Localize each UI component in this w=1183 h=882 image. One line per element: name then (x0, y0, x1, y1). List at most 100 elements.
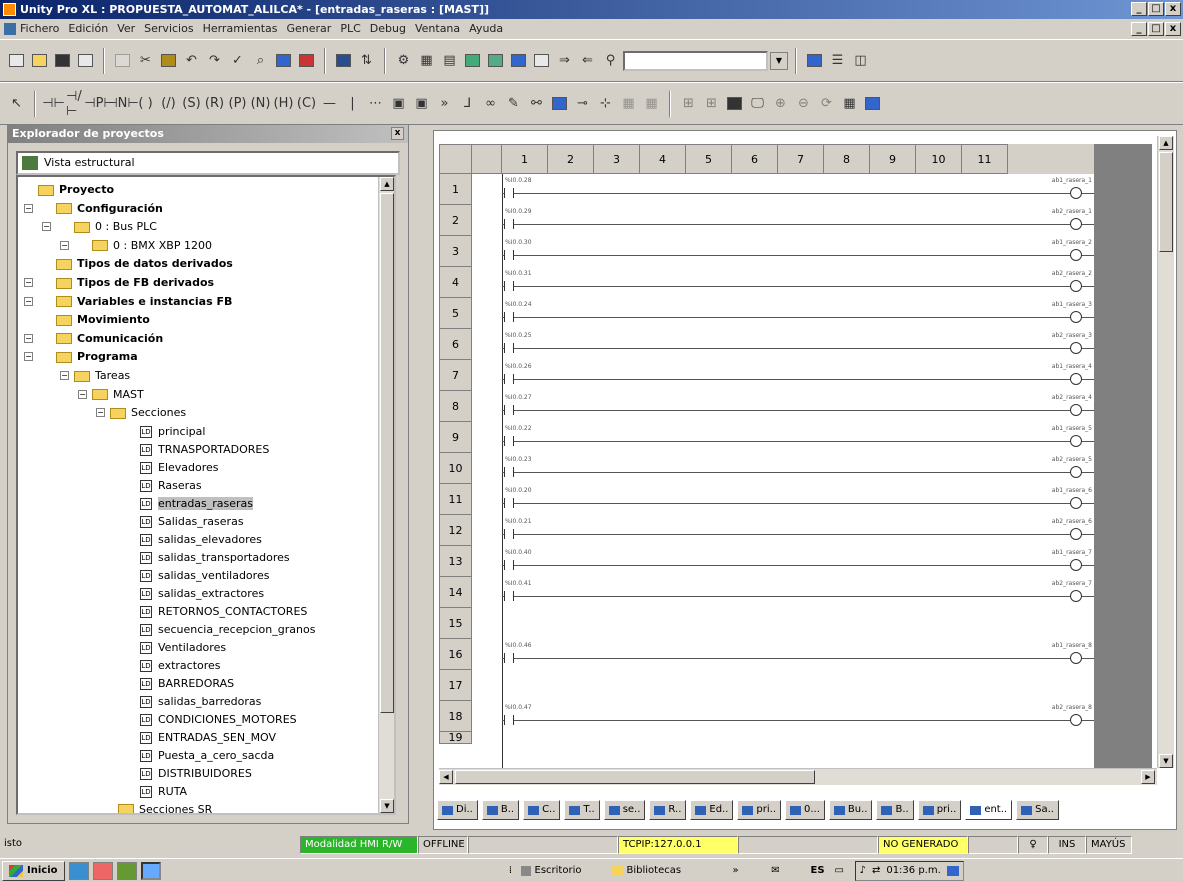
animation-icon[interactable]: ⚙ (393, 50, 414, 71)
menu-ventana[interactable]: Ventana (415, 22, 460, 35)
rung[interactable]: %I0.0.29 ab2_rasera_1 (502, 206, 1094, 232)
contact-no-icon[interactable] (504, 529, 514, 539)
contact-no-icon[interactable] (504, 312, 514, 322)
tree-item[interactable]: LD TRNASPORTADORES (140, 441, 269, 458)
scroll-down-icon[interactable]: ▼ (1159, 754, 1173, 768)
coil-icon[interactable] (1070, 559, 1082, 571)
expand-toggle-icon[interactable]: − (60, 371, 69, 380)
section-tab[interactable]: ent.. (965, 800, 1013, 820)
close-icon[interactable]: x (391, 127, 404, 140)
rung[interactable]: %I0.0.20 ab1_rasera_6 (502, 485, 1094, 511)
coil-icon[interactable] (1070, 435, 1082, 447)
rung[interactable]: %I0.0.23 ab2_rasera_5 (502, 454, 1094, 480)
contact-no-icon[interactable] (504, 281, 514, 291)
child-maximize-button[interactable]: □ (1148, 22, 1164, 36)
quicklaunch-icon[interactable] (116, 861, 137, 880)
contact-no-icon[interactable] (504, 436, 514, 446)
section-tab[interactable]: se.. (603, 800, 646, 820)
expand-toggle-icon[interactable]: − (24, 203, 33, 213)
section-tab[interactable]: Di.. (437, 800, 478, 820)
tree-item[interactable]: Movimiento (56, 311, 150, 328)
tree-item[interactable]: LD Ventiladores (140, 639, 226, 656)
expand-toggle-icon[interactable]: − (24, 296, 33, 306)
undo-icon[interactable]: ↶ (181, 50, 202, 71)
connect-icon[interactable] (333, 50, 354, 71)
insert-row-icon[interactable]: ⊞ (678, 93, 699, 114)
coil-icon[interactable] (1070, 249, 1082, 261)
section-tab[interactable]: B.. (876, 800, 914, 820)
browser-icon[interactable] (508, 50, 529, 71)
contact-n-icon[interactable]: ⊣N⊢ (106, 93, 138, 114)
tree-item[interactable]: Configuración (56, 200, 163, 217)
cut-icon[interactable]: ✂ (135, 50, 156, 71)
coil-icon[interactable] (1070, 528, 1082, 540)
contact-no-icon[interactable] (504, 250, 514, 260)
chevron-right-icon[interactable]: » (721, 865, 751, 876)
tree-item[interactable]: Variables e instancias FB (56, 293, 232, 310)
section-tab[interactable]: B.. (481, 800, 520, 820)
section-tab[interactable]: C.. (523, 800, 561, 820)
coil-icon[interactable] (1070, 342, 1082, 354)
child-close-button[interactable]: x (1165, 22, 1181, 36)
tree-item[interactable]: Programa (56, 348, 138, 365)
coil-h-icon[interactable]: (H) (273, 93, 294, 114)
grid-icon[interactable]: ▦ (839, 93, 860, 114)
disabled-a-icon[interactable]: ▦ (618, 93, 639, 114)
tree-item[interactable]: Tareas (74, 367, 130, 384)
tree-item[interactable]: LD salidas_transportadores (140, 549, 290, 566)
contact-no-icon[interactable] (504, 591, 514, 601)
split-horizontal-icon[interactable]: ☰ (827, 50, 848, 71)
contact-no-icon[interactable] (504, 715, 514, 725)
section-tab[interactable]: Sa.. (1016, 800, 1059, 820)
build-icon[interactable] (296, 50, 317, 71)
coil-icon[interactable] (1070, 404, 1082, 416)
return-icon[interactable]: ∞ (480, 93, 501, 114)
section-tab[interactable]: pri.. (737, 800, 782, 820)
expand-toggle-icon[interactable]: − (42, 222, 51, 232)
section-tab[interactable]: T.. (564, 800, 600, 820)
paste-icon[interactable] (158, 50, 179, 71)
section-tab[interactable]: Bu.. (828, 800, 873, 820)
transfer-icon[interactable]: ⇅ (356, 50, 377, 71)
coil-icon[interactable] (1070, 497, 1082, 509)
contact-no-icon[interactable] (504, 653, 514, 663)
window-cascade-icon[interactable] (485, 50, 506, 71)
refresh-icon[interactable]: ⟳ (816, 93, 837, 114)
menu-plc[interactable]: PLC (340, 22, 360, 35)
goto-icon[interactable]: ⇒ (554, 50, 575, 71)
ladder-vscrollbar[interactable]: ▲ ▼ (1157, 136, 1174, 768)
expand-toggle-icon[interactable]: − (96, 408, 105, 418)
tree-item[interactable]: LD BARREDORAS (140, 675, 234, 692)
tree-item[interactable]: LD RETORNOS_CONTACTORES (140, 603, 307, 620)
rung[interactable]: %I0.0.24 ab1_rasera_3 (502, 299, 1094, 325)
tray-icon[interactable]: ▭ (835, 865, 855, 876)
coil-icon[interactable] (1070, 187, 1082, 199)
tree-item[interactable]: LD DISTRIBUIDORES (140, 765, 252, 782)
expand-toggle-icon[interactable]: − (24, 278, 33, 287)
menu-ver[interactable]: Ver (117, 22, 135, 35)
desktop-toolbar[interactable]: Escritorio (520, 865, 611, 876)
block-icon[interactable]: ▣ (388, 93, 409, 114)
find-icon[interactable]: ⌕ (250, 50, 271, 71)
menu-herramientas[interactable]: Herramientas (203, 22, 278, 35)
tree-item[interactable]: LD principal (140, 423, 205, 440)
tree-item[interactable]: LD salidas_extractores (140, 585, 264, 602)
quicklaunch-icon[interactable] (68, 861, 89, 880)
tree-item[interactable]: 0 : BMX XBP 1200 (92, 237, 212, 254)
show-desktop-icon[interactable] (946, 865, 959, 876)
jump-icon[interactable]: » (434, 93, 455, 114)
coil-icon[interactable] (1070, 590, 1082, 602)
table-icon[interactable]: ▤ (439, 50, 460, 71)
ladder-hscrollbar[interactable]: ◀ ▶ (439, 768, 1157, 785)
hline-icon[interactable]: — (319, 93, 340, 114)
rung[interactable]: %I0.0.47 ab2_rasera_8 (502, 702, 1094, 728)
tree-item[interactable]: LD Raseras (140, 477, 202, 494)
coil-icon[interactable] (1070, 466, 1082, 478)
print-icon[interactable] (75, 50, 96, 71)
tree-item[interactable]: Secciones (110, 404, 186, 421)
coil-icon[interactable] (1070, 311, 1082, 323)
section-tab[interactable]: 0... (785, 800, 825, 820)
block2-icon[interactable]: ▣ (411, 93, 432, 114)
scroll-thumb[interactable] (1159, 152, 1173, 252)
vline-icon[interactable]: | (342, 93, 363, 114)
